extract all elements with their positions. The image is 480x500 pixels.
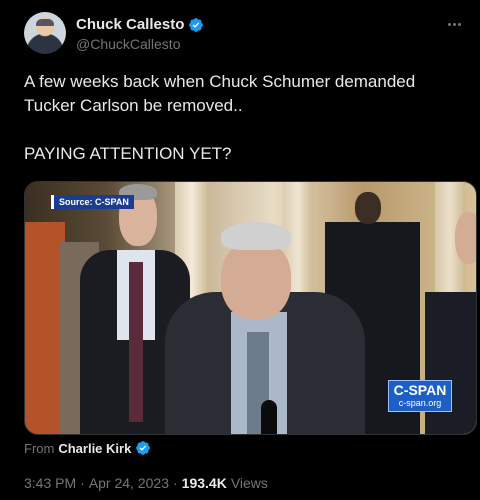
meta-separator: ·	[172, 475, 178, 491]
attribution-name-link[interactable]: Charlie Kirk	[58, 441, 131, 456]
meta-separator: ·	[80, 475, 85, 491]
from-label: From	[24, 440, 55, 456]
tweet-text: A few weeks back when Chuck Schumer dema…	[24, 72, 416, 163]
video-player[interactable]: Source: C-SPAN C-SPAN c-span.org	[24, 181, 477, 435]
cspan-watermark-url: c-span.org	[398, 398, 442, 408]
views-count: 193.4K	[181, 475, 227, 491]
video-source-label: Source: C-SPAN	[51, 195, 134, 209]
tweet-header: Chuck Callesto @ChuckCallesto	[24, 12, 464, 58]
author-handle[interactable]: @ChuckCallesto	[76, 36, 180, 52]
more-options-icon[interactable]	[444, 14, 464, 34]
tweet-meta: 3:43 PM · Apr 24, 2023 · 193.4K Views	[24, 475, 268, 491]
video-attribution: From Charlie Kirk	[24, 440, 151, 456]
tweet-time[interactable]: 3:43 PM	[24, 475, 76, 491]
cspan-watermark: C-SPAN c-span.org	[388, 380, 452, 412]
author-display-name[interactable]: Chuck Callesto	[76, 16, 184, 33]
avatar[interactable]	[24, 12, 66, 54]
microphone	[261, 400, 277, 434]
author-name-row: Chuck Callesto	[76, 16, 204, 33]
verified-badge-icon	[136, 441, 151, 455]
verified-badge-icon	[189, 17, 204, 32]
views-label: Views	[230, 475, 268, 491]
cspan-watermark-title: C-SPAN	[393, 382, 447, 398]
tweet-date[interactable]: Apr 24, 2023	[89, 475, 169, 491]
